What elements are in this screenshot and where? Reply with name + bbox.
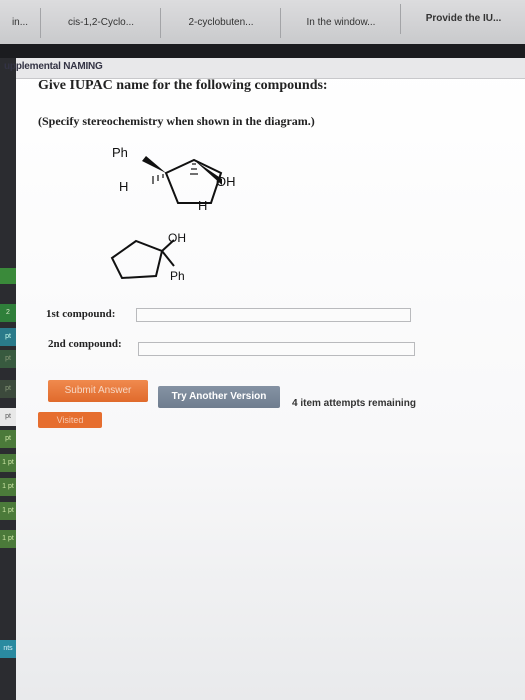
first-compound-label: 1st compound: <box>46 308 116 320</box>
browser-tab[interactable]: In the window... <box>280 8 401 38</box>
sidebar-marker <box>0 268 16 284</box>
question-panel: upplemental NAMING Give IUPAC name for t… <box>4 58 525 700</box>
hash-bond <box>190 163 198 175</box>
submit-answer-button[interactable]: Submit Answer <box>48 380 148 402</box>
hash-bond <box>152 174 164 184</box>
second-compound-input[interactable] <box>138 342 415 356</box>
sidebar-item[interactable]: nts <box>0 640 16 658</box>
ph-label: Ph <box>170 269 185 283</box>
browser-tab[interactable]: 2-cyclobuten... <box>160 8 281 38</box>
browser-tab[interactable]: cis-1,2-Cyclo... <box>40 8 161 38</box>
sidebar-item[interactable]: 1 pt <box>0 502 16 520</box>
browser-tab-active[interactable]: Provide the IU... <box>400 4 525 34</box>
sidebar-item[interactable]: pt <box>0 328 16 346</box>
sidebar-item[interactable]: pt <box>0 350 16 368</box>
oh-label: OH <box>168 231 186 245</box>
browser-tab[interactable]: in... <box>0 8 40 38</box>
sidebar-item[interactable]: 1 pt <box>0 454 16 472</box>
sidebar-item[interactable]: pt <box>0 380 16 398</box>
sidebar-item[interactable]: 1 pt <box>0 478 16 496</box>
oh-label: OH <box>216 174 236 189</box>
h-label: H <box>198 198 207 213</box>
sidebar-item[interactable]: 1 pt <box>0 530 16 548</box>
h-label: H <box>119 179 128 194</box>
browser-tab-bar: in... cis-1,2-Cyclo... 2-cyclobuten... I… <box>0 0 525 45</box>
sidebar-item[interactable]: pt <box>0 430 16 448</box>
page-header-strip <box>0 44 525 58</box>
molecule-diagrams: Ph H OH H OH Ph <box>110 145 236 283</box>
visited-badge: Visited <box>38 412 102 428</box>
ph-label: Ph <box>112 145 128 160</box>
attempts-remaining: 4 item attempts remaining <box>292 398 416 409</box>
sidebar-item[interactable]: pt <box>0 408 16 426</box>
molecule-1: Ph H OH H <box>112 145 236 213</box>
wedge-bond <box>142 156 166 173</box>
second-compound-label: 2nd compound: <box>48 338 122 350</box>
sidebar-item[interactable]: 2 <box>0 304 16 322</box>
molecule-2: OH Ph <box>110 231 186 283</box>
try-another-version-button[interactable]: Try Another Version <box>158 386 280 408</box>
first-compound-input[interactable] <box>136 308 411 322</box>
question-sidebar: 2 pt pt pt pt pt 1 pt 1 pt 1 pt 1 pt nts <box>0 58 16 700</box>
